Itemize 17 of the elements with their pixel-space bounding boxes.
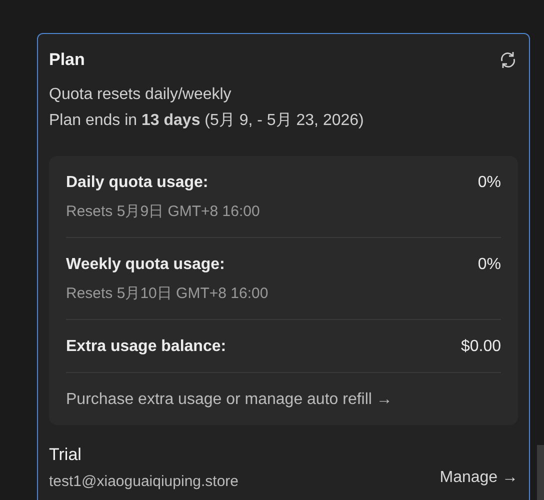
usage-value: $0.00 (460, 338, 501, 356)
reset-time: Resets 5月9日 GMT+8 16:00 (66, 202, 261, 221)
usage-label: Extra usage balance: (66, 338, 226, 356)
plan-title: Plan (49, 50, 85, 70)
reset-time: Resets 5月10日 GMT+8 16:00 (66, 284, 270, 303)
purchase-link[interactable]: Purchase extra usage or manage auto refill → (66, 391, 392, 408)
refresh-icon[interactable] (498, 50, 518, 70)
trial-title: Trial (49, 445, 82, 464)
usage-label: Daily quota usage: (66, 174, 208, 192)
usage-label: Weekly quota usage: (66, 256, 225, 274)
account-email: test1@xiaoguaiqiuping.store (49, 473, 239, 490)
quota-reset-text: Quota resets daily/weekly (49, 85, 232, 105)
usage-value: 0% (478, 174, 501, 192)
usage-value: 0% (478, 256, 501, 274)
plan-end-text: Plan ends in 13 days (5月 9, - 5月 23, 2026) (49, 111, 365, 131)
scrollbar-thumb[interactable] (537, 445, 544, 500)
manage-link[interactable]: Manage → (440, 468, 518, 486)
